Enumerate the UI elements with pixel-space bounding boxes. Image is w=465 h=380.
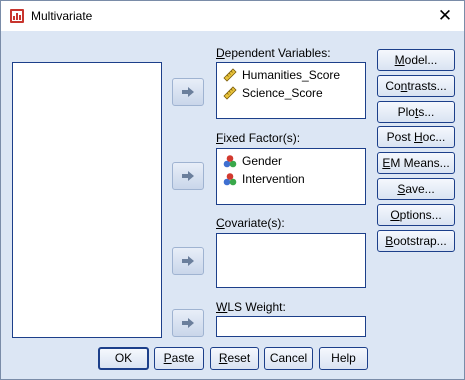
list-item[interactable]: Intervention [223,171,305,187]
move-to-fixed-factor-button[interactable] [172,162,204,190]
help-button[interactable]: Help [319,347,368,370]
save-button[interactable]: Save... [377,178,455,200]
paste-button[interactable]: Paste [154,347,204,370]
cancel-button[interactable]: Cancel [264,347,313,370]
list-item-label: Humanities_Score [242,68,341,82]
app-icon [10,9,24,23]
multivariate-dialog: Multivariate ✕ Dependent Variables: Huma… [0,0,465,380]
wls-weight-field[interactable] [216,316,366,337]
wls-weight-label: WLS Weight: [216,300,286,314]
title-bar: Multivariate ✕ [1,1,464,31]
reset-button[interactable]: Reset [210,347,259,370]
contrasts-button[interactable]: Contrasts... [377,75,455,97]
post-hoc-button[interactable]: Post Hoc... [377,126,455,148]
dependent-variables-label: Dependent Variables: [216,46,331,60]
ruler-icon [223,68,237,82]
move-to-wls-weight-button[interactable] [172,309,204,337]
nominal-factor-icon [223,155,237,168]
options-button[interactable]: Options... [377,204,455,226]
move-to-dependent-button[interactable] [172,78,204,106]
ruler-icon [223,86,237,100]
model-button[interactable]: Model... [377,49,455,71]
covariates-list[interactable] [216,233,366,288]
em-means-button[interactable]: EM Means... [377,152,455,174]
list-item[interactable]: Humanities_Score [223,67,340,83]
plots-button[interactable]: Plots... [377,101,455,123]
close-button[interactable]: ✕ [434,5,456,27]
move-right-arrow-icon [182,318,194,328]
covariates-label: Covariate(s): [216,216,285,230]
window-title: Multivariate [31,9,93,23]
dependent-variables-list[interactable]: Humanities_Score Science_Score [216,62,366,119]
move-right-arrow-icon [182,256,194,266]
close-icon: ✕ [437,6,453,25]
list-item-label: Intervention [242,172,305,186]
list-item-label: Gender [242,154,283,168]
move-right-arrow-icon [182,87,194,97]
list-item[interactable]: Science_Score [223,85,323,101]
move-to-covariate-button[interactable] [172,247,204,275]
fixed-factors-label: Fixed Factor(s): [216,131,301,145]
nominal-factor-icon [223,173,237,186]
move-right-arrow-icon [182,171,194,181]
list-item[interactable]: Gender [223,153,282,169]
source-variable-list[interactable] [12,62,162,338]
ok-button[interactable]: OK [98,347,149,370]
bootstrap-button[interactable]: Bootstrap... [377,230,455,252]
fixed-factors-list[interactable]: Gender Intervention [216,148,366,205]
list-item-label: Science_Score [242,86,323,100]
